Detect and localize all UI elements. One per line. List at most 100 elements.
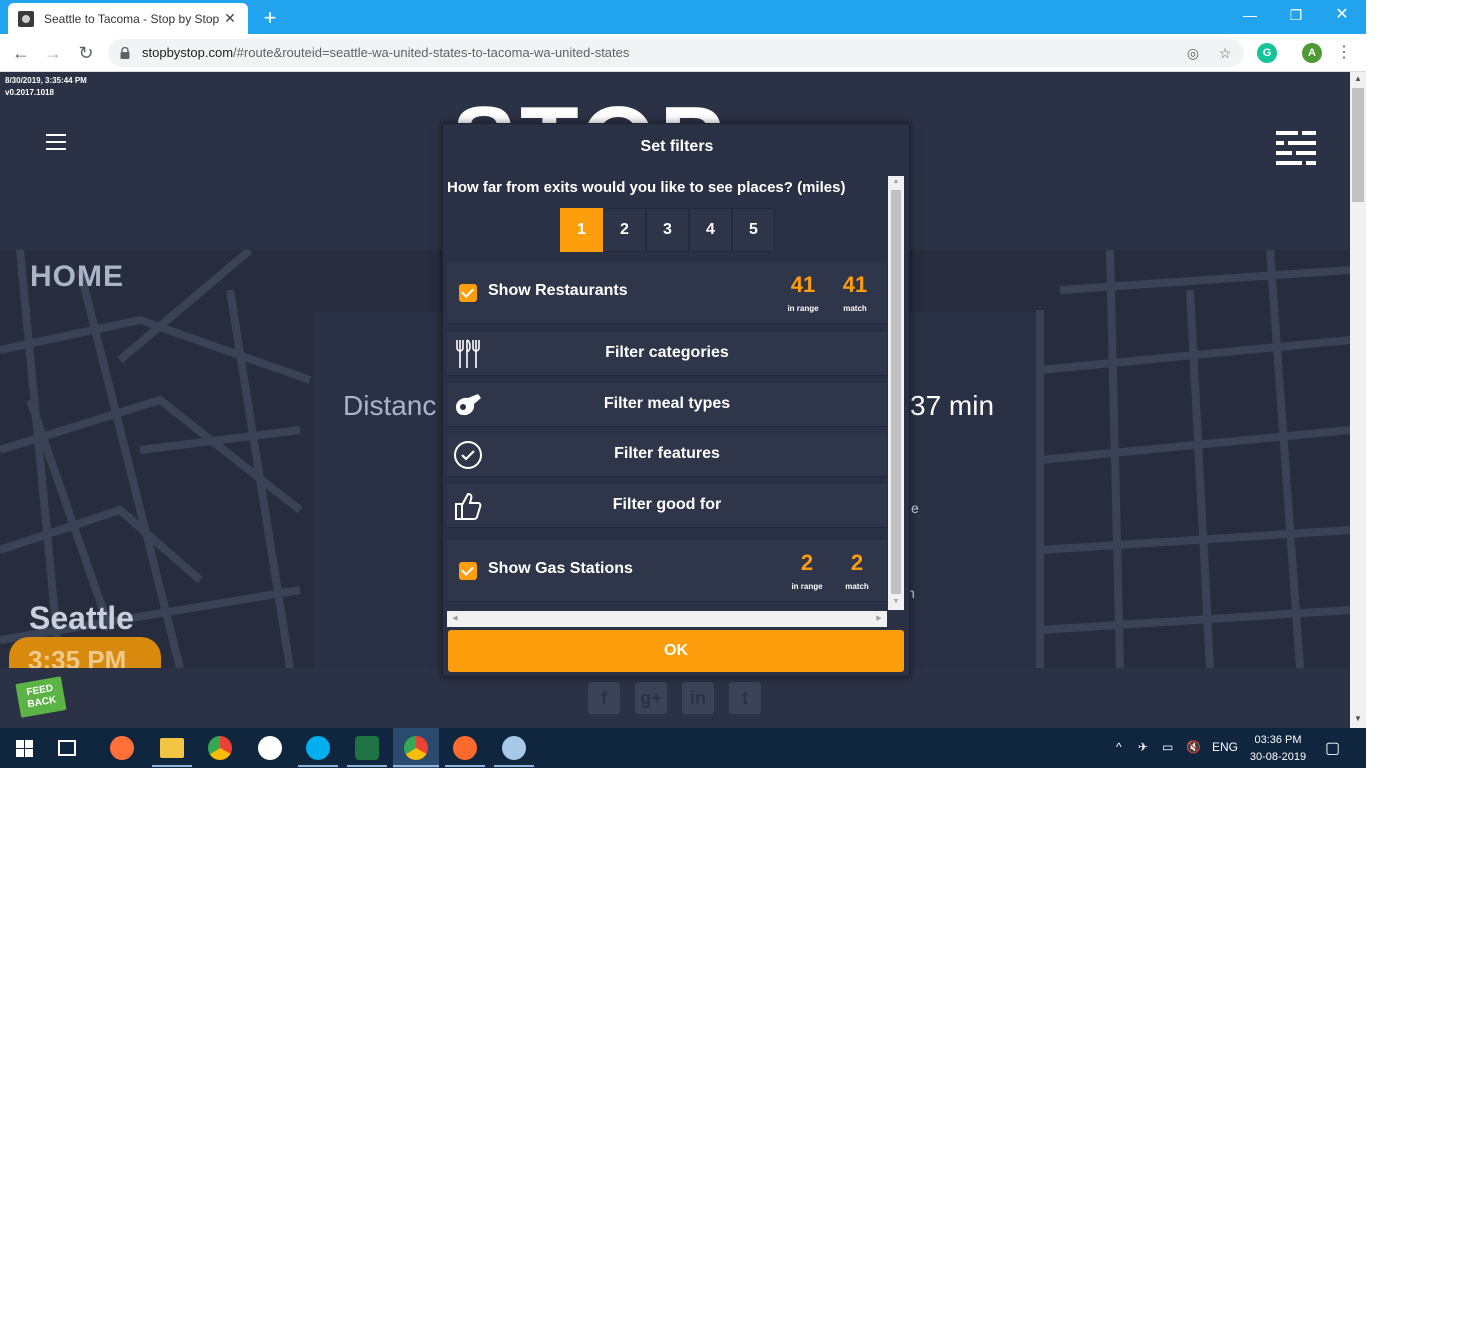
browser-titlebar: Seattle to Tacoma - Stop by Stop ✕ + — ❐… bbox=[0, 0, 1366, 34]
scroll-down-icon[interactable]: ▼ bbox=[1350, 712, 1366, 726]
battery-icon[interactable]: ▭ bbox=[1162, 740, 1173, 754]
chrome-icon[interactable] bbox=[208, 736, 232, 760]
filter-settings-icon[interactable] bbox=[1276, 130, 1316, 166]
mile-option-1[interactable]: 1 bbox=[560, 208, 603, 252]
gas-match-count: 2 bbox=[850, 550, 864, 575]
paint-icon[interactable] bbox=[502, 736, 526, 760]
forward-icon[interactable]: → bbox=[41, 41, 65, 65]
filter-good-for-label: Filter good for bbox=[612, 496, 722, 513]
gas-in-range-count: 2 bbox=[800, 550, 814, 575]
task-view-icon[interactable] bbox=[58, 740, 76, 756]
match-label: match bbox=[843, 304, 867, 313]
volume-muted-icon[interactable]: 🔇 bbox=[1186, 740, 1201, 754]
clock-time: 03:36 PM bbox=[1254, 734, 1302, 746]
language-indicator[interactable]: ENG bbox=[1212, 740, 1238, 754]
running-indicator bbox=[298, 765, 338, 767]
dialog-vertical-scrollbar[interactable]: ▲ ▼ bbox=[888, 176, 904, 610]
action-center-icon[interactable]: ▢ bbox=[1325, 738, 1340, 758]
distance-question: How far from exits would you like to see… bbox=[447, 179, 846, 196]
mile-option-5[interactable]: 5 bbox=[732, 208, 775, 252]
show-restaurants-row: Show Restaurants 41 in range 41 match bbox=[447, 262, 887, 324]
pen-app-icon[interactable] bbox=[453, 736, 477, 760]
origin-city: Seattle bbox=[29, 600, 134, 636]
home-label[interactable]: HOME bbox=[30, 260, 124, 294]
origin-time-badge: 3:35 PM bbox=[9, 637, 161, 668]
url-text: stopbystop.com/#route&routeid=seattle-wa… bbox=[142, 45, 630, 60]
filter-categories-row[interactable]: Filter categories bbox=[447, 332, 887, 376]
scroll-down-icon[interactable]: ▼ bbox=[888, 596, 904, 608]
filter-meal-types-row[interactable]: Filter meal types bbox=[447, 383, 887, 427]
running-indicator bbox=[494, 765, 534, 767]
scroll-up-icon[interactable]: ▲ bbox=[1350, 72, 1366, 86]
filter-features-row[interactable]: Filter features bbox=[447, 433, 887, 477]
location-icon[interactable]: ◎ bbox=[1184, 44, 1202, 62]
file-explorer-icon[interactable] bbox=[160, 738, 184, 758]
page-footer: FEED BACK f g+ in t bbox=[0, 668, 1350, 728]
browser-tab[interactable]: Seattle to Tacoma - Stop by Stop ✕ bbox=[8, 3, 248, 34]
address-bar[interactable]: stopbystop.com/#route&routeid=seattle-wa… bbox=[108, 39, 1244, 67]
running-indicator bbox=[152, 765, 192, 767]
hamburger-menu-icon[interactable] bbox=[46, 134, 66, 155]
running-indicator bbox=[393, 765, 439, 767]
running-indicator bbox=[347, 765, 387, 767]
google-plus-icon[interactable]: g+ bbox=[635, 682, 667, 714]
show-restaurants-label[interactable]: Show Restaurants bbox=[488, 282, 628, 300]
build-version: v0.2017.1018 bbox=[5, 88, 54, 97]
facebook-icon[interactable]: f bbox=[588, 682, 620, 714]
firefox-icon[interactable] bbox=[110, 736, 134, 760]
show-gas-stations-row: Show Gas Stations 2 in range 2 match bbox=[447, 540, 887, 602]
set-filters-dialog: Set filters How far from exits would you… bbox=[442, 123, 910, 677]
new-tab-icon[interactable]: + bbox=[258, 5, 282, 31]
excel-icon[interactable] bbox=[355, 736, 379, 760]
scroll-thumb[interactable] bbox=[1352, 88, 1364, 202]
show-gas-stations-checkbox[interactable] bbox=[459, 562, 477, 580]
itunes-icon[interactable] bbox=[258, 736, 282, 760]
browser-toolbar: ← → ↻ stopbystop.com/#route&routeid=seat… bbox=[0, 34, 1366, 72]
restore-icon[interactable]: ❐ bbox=[1284, 4, 1308, 26]
grammarly-extension-icon[interactable]: G bbox=[1257, 43, 1277, 63]
close-window-icon[interactable]: ✕ bbox=[1330, 4, 1354, 26]
background-text-fragment: e bbox=[911, 500, 919, 516]
ok-button[interactable]: OK bbox=[448, 630, 904, 672]
mile-option-4[interactable]: 4 bbox=[689, 208, 732, 252]
show-restaurants-checkbox[interactable] bbox=[459, 284, 477, 302]
taskbar-clock[interactable]: 03:36 PM 30-08-2019 bbox=[1246, 732, 1310, 766]
dialog-title: Set filters bbox=[640, 138, 714, 155]
scroll-right-icon[interactable]: ▶ bbox=[873, 611, 885, 627]
scroll-up-icon[interactable]: ▲ bbox=[888, 176, 904, 188]
dialog-horizontal-scrollbar[interactable]: ◀ ▶ bbox=[447, 611, 887, 627]
distance-label: Distanc bbox=[343, 390, 437, 421]
profile-avatar[interactable]: A bbox=[1302, 43, 1322, 63]
running-indicator bbox=[445, 765, 485, 767]
scroll-left-icon[interactable]: ◀ bbox=[449, 611, 461, 627]
tab-close-icon[interactable]: ✕ bbox=[222, 10, 238, 27]
build-info: 8/30/2019, 3:35:44 PM v0.2017.1018 bbox=[5, 75, 87, 99]
skype-icon[interactable] bbox=[306, 736, 330, 760]
site-favicon-icon bbox=[18, 10, 34, 27]
mile-option-3[interactable]: 3 bbox=[646, 208, 689, 252]
page-scrollbar[interactable]: ▲ ▼ bbox=[1350, 72, 1366, 728]
linkedin-icon[interactable]: in bbox=[682, 682, 714, 714]
tab-title: Seattle to Tacoma - Stop by Stop bbox=[44, 11, 220, 26]
bookmark-star-icon[interactable]: ☆ bbox=[1216, 44, 1234, 62]
minimize-icon[interactable]: — bbox=[1238, 4, 1262, 26]
back-icon[interactable]: ← bbox=[9, 41, 33, 65]
menu-kebab-icon[interactable]: ⋮ bbox=[1332, 41, 1356, 65]
show-gas-stations-label[interactable]: Show Gas Stations bbox=[488, 560, 633, 578]
network-icon[interactable]: ✈ bbox=[1138, 740, 1148, 754]
restaurants-match-count: 41 bbox=[842, 272, 868, 297]
filter-categories-label: Filter categories bbox=[605, 344, 729, 361]
chrome-active-icon[interactable] bbox=[404, 736, 428, 760]
windows-start-icon[interactable] bbox=[16, 740, 33, 757]
filter-features-label: Filter features bbox=[614, 445, 720, 462]
lock-icon bbox=[120, 47, 130, 59]
feedback-button[interactable]: FEED BACK bbox=[15, 676, 67, 718]
show-hidden-icons-icon[interactable]: ^ bbox=[1116, 740, 1122, 754]
dialog-scroll-thumb[interactable] bbox=[891, 190, 901, 594]
reload-icon[interactable]: ↻ bbox=[74, 41, 98, 65]
filter-meal-types-label: Filter meal types bbox=[603, 395, 731, 412]
screen: Seattle to Tacoma - Stop by Stop ✕ + — ❐… bbox=[0, 0, 1366, 768]
twitter-icon[interactable]: t bbox=[729, 682, 761, 714]
mile-option-2[interactable]: 2 bbox=[603, 208, 646, 252]
filter-good-for-row[interactable]: Filter good for bbox=[447, 484, 887, 528]
